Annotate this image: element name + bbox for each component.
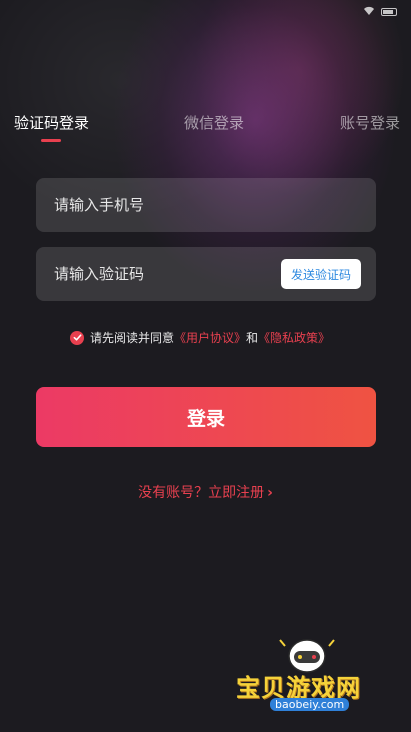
chevron-right-icon: ›	[267, 485, 273, 501]
active-tab-indicator	[41, 139, 61, 142]
tab-sms-login[interactable]: 验证码登录	[14, 112, 89, 133]
code-field: 发送验证码	[36, 247, 376, 301]
agreement-row: 请先阅读并同意 《用户协议》 和 《隐私政策》	[70, 329, 330, 346]
wifi-icon	[363, 6, 375, 19]
background-glow	[0, 0, 411, 732]
agreement-checkbox[interactable]	[70, 330, 84, 345]
phone-field	[36, 178, 376, 232]
login-button[interactable]: 登录	[36, 387, 376, 447]
watermark-url: baobeiy.com	[270, 698, 350, 711]
agreement-and: 和	[246, 331, 259, 345]
register-label: 没有账号？立即注册	[138, 485, 265, 501]
check-icon	[73, 334, 81, 341]
status-bar	[0, 0, 411, 24]
status-icons	[363, 6, 397, 19]
phone-input[interactable]	[52, 189, 256, 221]
tab-account-login[interactable]: 账号登录	[340, 112, 400, 133]
login-tabs: 验证码登录 微信登录 账号登录	[0, 112, 411, 152]
privacy-policy-link[interactable]: 《隐私政策》	[258, 329, 330, 346]
user-agreement-link[interactable]: 《用户协议》	[174, 329, 246, 346]
watermark-logo: 宝贝游戏网 baobeiy.com	[232, 636, 382, 716]
send-code-button[interactable]: 发送验证码	[280, 259, 361, 289]
agreement-prefix: 请先阅读并同意	[90, 331, 175, 345]
tab-wechat-login[interactable]: 微信登录	[184, 112, 244, 133]
verification-code-input[interactable]	[52, 258, 256, 290]
battery-icon	[381, 8, 397, 16]
register-link[interactable]: 没有账号？立即注册 ›	[0, 482, 411, 502]
